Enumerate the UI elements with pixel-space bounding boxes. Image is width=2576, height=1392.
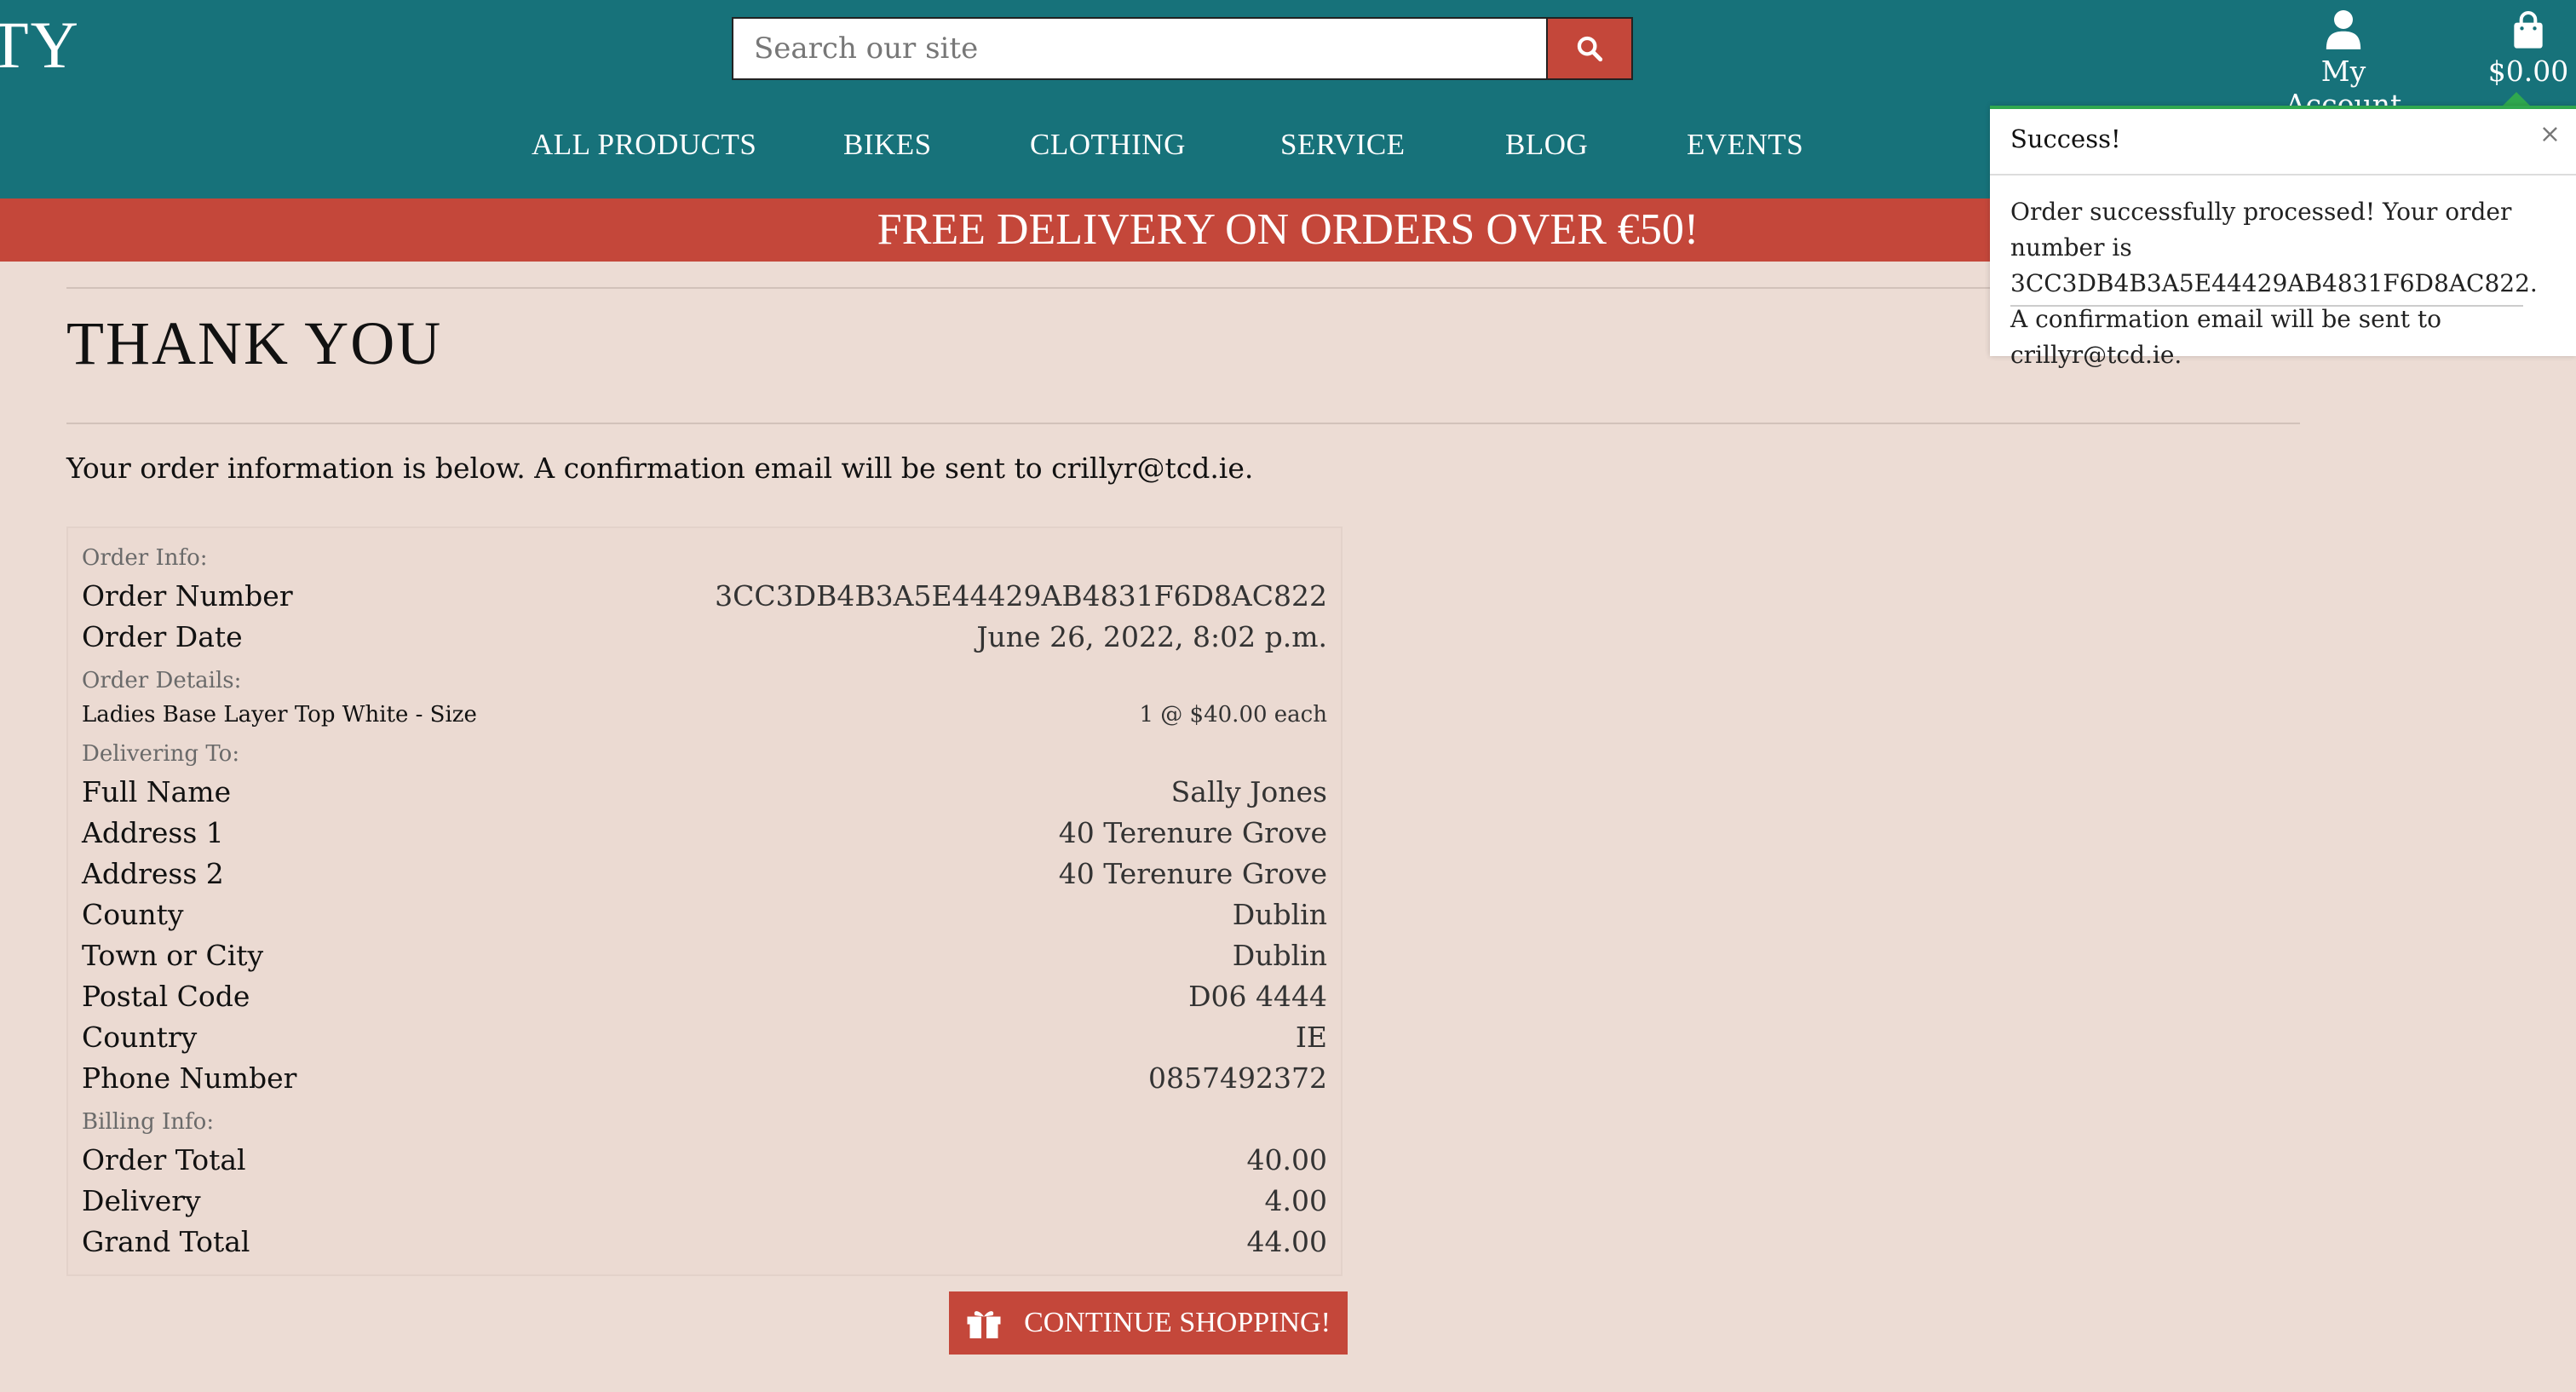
country-label: Country xyxy=(82,1021,198,1054)
order-item-name: Ladies Base Layer Top White - Size xyxy=(82,702,477,728)
toast-pointer xyxy=(2503,92,2530,106)
order-item-row: Ladies Base Layer Top White - Size 1 @ $… xyxy=(82,702,1327,728)
nav-events[interactable]: EVENTS xyxy=(1687,128,1803,162)
gift-icon xyxy=(967,1311,1001,1338)
brand-logo[interactable]: TY xyxy=(0,7,80,83)
address2-label: Address 2 xyxy=(82,857,224,890)
county-value: Dublin xyxy=(1232,898,1327,931)
shopping-bag-link[interactable]: $0.00 xyxy=(2477,7,2576,88)
toast-message: Order successfully processed! Your order… xyxy=(2010,198,2538,369)
postal-code-label: Postal Code xyxy=(82,980,250,1013)
delivery-label: Delivery xyxy=(82,1184,201,1217)
country-row: Country IE xyxy=(82,1021,1327,1054)
order-total-value: 40.00 xyxy=(1246,1143,1327,1176)
postal-code-row: Postal Code D06 4444 xyxy=(82,980,1327,1013)
address2-value: 40 Terenure Grove xyxy=(1058,857,1327,890)
town-label: Town or City xyxy=(82,939,264,972)
bag-total: $0.00 xyxy=(2487,55,2569,88)
town-row: Town or City Dublin xyxy=(82,939,1327,972)
order-date-row: Order Date June 26, 2022, 8:02 p.m. xyxy=(82,620,1327,653)
order-number-label: Order Number xyxy=(82,579,293,613)
toast-header: Success! × xyxy=(1990,109,2576,175)
shopping-bag-icon xyxy=(2514,11,2543,49)
close-icon[interactable]: × xyxy=(2539,119,2561,149)
nav-service[interactable]: SERVICE xyxy=(1280,128,1406,162)
town-value: Dublin xyxy=(1232,939,1327,972)
search-form xyxy=(732,17,1633,80)
billing-info-heading: Billing Info: xyxy=(82,1109,215,1135)
order-details-heading: Order Details: xyxy=(82,668,242,693)
nav-bikes[interactable]: BIKES xyxy=(843,128,932,162)
address1-value: 40 Terenure Grove xyxy=(1058,816,1327,849)
order-number-value: 3CC3DB4B3A5E44429AB4831F6D8AC822 xyxy=(715,579,1327,613)
order-item-qty: 1 @ $40.00 each xyxy=(1139,702,1327,728)
nav-clothing[interactable]: CLOTHING xyxy=(1030,128,1186,162)
county-label: County xyxy=(82,898,184,931)
search-input[interactable] xyxy=(733,19,1546,78)
grand-total-value: 44.00 xyxy=(1246,1225,1327,1258)
full-name-label: Full Name xyxy=(82,775,232,808)
nav-blog[interactable]: BLOG xyxy=(1505,128,1588,162)
order-number-row: Order Number 3CC3DB4B3A5E44429AB4831F6D8… xyxy=(82,579,1327,613)
toast-divider xyxy=(2010,305,2523,307)
address1-row: Address 1 40 Terenure Grove xyxy=(82,816,1327,849)
address1-label: Address 1 xyxy=(82,816,224,849)
divider-title xyxy=(66,423,2300,424)
delivering-to-heading: Delivering To: xyxy=(82,741,240,767)
county-row: County Dublin xyxy=(82,898,1327,931)
continue-shopping-label: CONTINUE SHOPPING! xyxy=(1024,1307,1331,1338)
order-total-label: Order Total xyxy=(82,1143,246,1176)
phone-label: Phone Number xyxy=(82,1061,297,1095)
country-value: IE xyxy=(1295,1021,1327,1054)
user-icon xyxy=(2326,10,2361,49)
page-title: THANK YOU xyxy=(66,309,443,377)
nav-all-products[interactable]: ALL PRODUCTS xyxy=(532,128,756,162)
search-button[interactable] xyxy=(1546,19,1631,78)
order-info-heading: Order Info: xyxy=(82,545,208,571)
address2-row: Address 2 40 Terenure Grove xyxy=(82,857,1327,890)
order-intro-text: Your order information is below. A confi… xyxy=(66,452,1254,485)
order-date-value: June 26, 2022, 8:02 p.m. xyxy=(976,620,1327,653)
delivery-value: 4.00 xyxy=(1264,1184,1327,1217)
my-account-link[interactable]: My Account xyxy=(2263,7,2424,121)
success-toast: Success! × Order successfully processed!… xyxy=(1990,106,2576,369)
delivery-row: Delivery 4.00 xyxy=(82,1184,1327,1217)
postal-code-value: D06 4444 xyxy=(1188,980,1327,1013)
order-date-label: Order Date xyxy=(82,620,243,653)
phone-value: 0857492372 xyxy=(1148,1061,1327,1095)
search-icon xyxy=(1577,36,1603,62)
grand-total-label: Grand Total xyxy=(82,1225,250,1258)
toast-title: Success! xyxy=(2010,124,2121,153)
divider-top xyxy=(66,287,2300,289)
order-total-row: Order Total 40.00 xyxy=(82,1143,1327,1176)
full-name-row: Full Name Sally Jones xyxy=(82,775,1327,808)
continue-shopping-button[interactable]: CONTINUE SHOPPING! xyxy=(949,1291,1348,1355)
grand-total-row: Grand Total 44.00 xyxy=(82,1225,1327,1258)
full-name-value: Sally Jones xyxy=(1170,775,1327,808)
phone-row: Phone Number 0857492372 xyxy=(82,1061,1327,1095)
order-summary: Order Info: Order Number 3CC3DB4B3A5E444… xyxy=(66,526,1343,1276)
